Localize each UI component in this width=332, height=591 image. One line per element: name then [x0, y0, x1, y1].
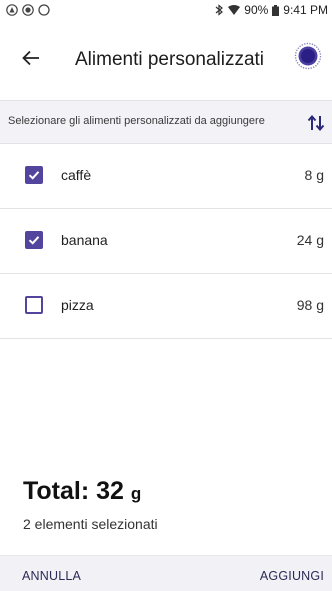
status-right-icons: 90% 9:41 PM [214, 3, 328, 17]
list-item[interactable]: banana 24 g [0, 209, 332, 274]
app-header: Alimenti personalizzati [0, 20, 332, 100]
custom-food-list: caffè 8 g banana 24 g pizza 98 g [0, 144, 332, 339]
checkbox-unchecked[interactable] [25, 296, 43, 314]
status-left-icons [6, 4, 50, 16]
sync-icon [38, 4, 50, 16]
instruction-text: Selezionare gli alimenti personalizzati … [8, 115, 265, 127]
sort-icon[interactable] [306, 114, 326, 132]
item-name: banana [61, 232, 108, 248]
app-notification-icon [22, 4, 34, 16]
action-bar: ANNULLA AGGIUNGI [0, 555, 332, 591]
checkbox-checked[interactable] [25, 166, 43, 184]
instruction-bar: Selezionare gli alimenti personalizzati … [0, 100, 332, 144]
status-time: 9:41 PM [283, 3, 328, 17]
status-bar: 90% 9:41 PM [0, 0, 332, 20]
cancel-button[interactable]: ANNULLA [22, 569, 81, 583]
total-amount: Total: 32 g [23, 477, 141, 506]
back-arrow-icon[interactable] [19, 46, 43, 70]
item-name: pizza [61, 297, 94, 313]
wifi-icon [228, 4, 241, 16]
item-amount: 98 g [296, 297, 324, 313]
device-status-icon[interactable] [294, 42, 322, 70]
list-item[interactable]: caffè 8 g [0, 144, 332, 209]
total-label: Total: 32 [23, 477, 124, 505]
battery-percent: 90% [244, 3, 269, 17]
list-item[interactable]: pizza 98 g [0, 274, 332, 339]
page-title: Alimenti personalizzati [75, 49, 265, 70]
total-unit: g [130, 484, 142, 503]
item-amount: 8 g [304, 167, 324, 183]
item-amount: 24 g [296, 232, 324, 248]
selected-count: 2 elementi selezionati [23, 516, 158, 532]
checkbox-checked[interactable] [25, 231, 43, 249]
warning-icon [6, 4, 18, 16]
add-button[interactable]: AGGIUNGI [260, 569, 324, 583]
bluetooth-icon [214, 4, 224, 16]
item-name: caffè [61, 167, 92, 183]
battery-icon [272, 4, 280, 16]
